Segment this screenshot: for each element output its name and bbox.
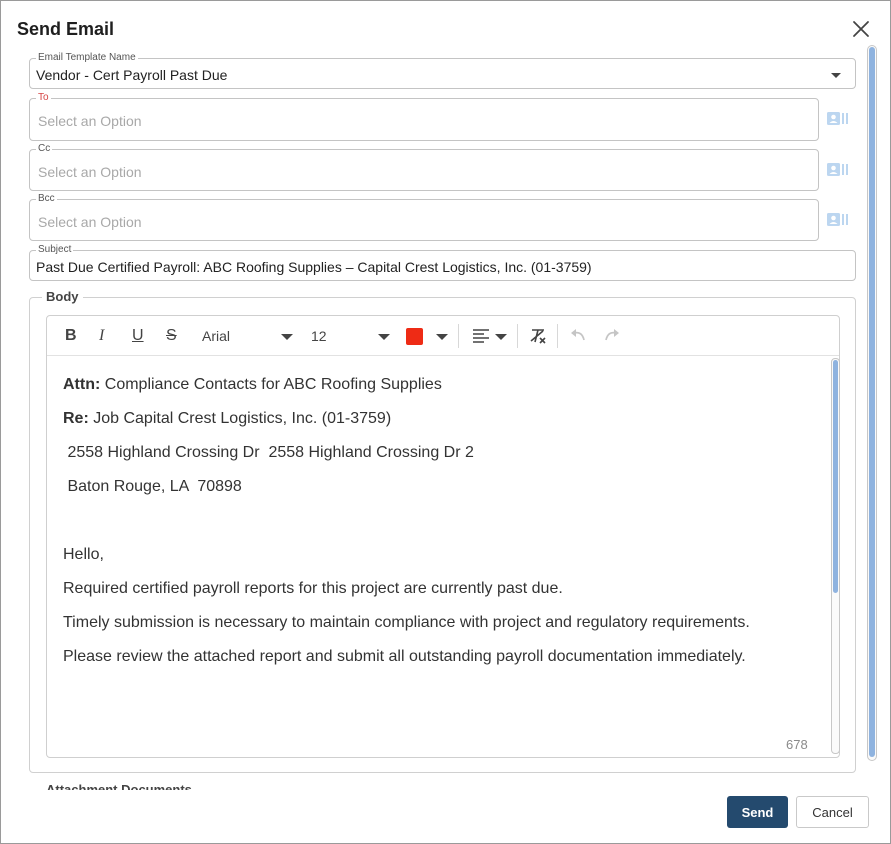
chevron-down-icon[interactable] bbox=[378, 334, 390, 340]
contact-book-icon[interactable] bbox=[827, 162, 849, 178]
subject-field[interactable]: Subject Past Due Certified Payroll: ABC … bbox=[29, 243, 856, 281]
attn-text: Compliance Contacts for ABC Roofing Supp… bbox=[100, 376, 442, 393]
to-field[interactable]: To Select an Option bbox=[29, 91, 819, 141]
body-label: Body bbox=[42, 289, 83, 304]
dialog-scrollbar-thumb[interactable] bbox=[869, 47, 875, 757]
attn-label: Attn: bbox=[63, 376, 101, 393]
editor-toolbar: B I U S Arial 12 bbox=[47, 316, 839, 356]
chevron-down-icon[interactable] bbox=[281, 334, 293, 340]
subject-label: Subject bbox=[36, 243, 74, 257]
chevron-down-icon bbox=[831, 73, 841, 78]
address-line-1: 2558 Highland Crossing Dr 2558 Highland … bbox=[63, 444, 474, 461]
dialog-scrollbar[interactable] bbox=[867, 45, 877, 761]
redo-icon[interactable] bbox=[603, 328, 621, 350]
body-paragraph-2: Timely submission is necessary to mainta… bbox=[63, 614, 750, 631]
contact-book-icon[interactable] bbox=[827, 111, 849, 127]
underline-button[interactable]: U bbox=[132, 326, 144, 346]
address-line-2: Baton Rouge, LA 70898 bbox=[63, 478, 242, 495]
subject-value: Past Due Certified Payroll: ABC Roofing … bbox=[36, 259, 592, 275]
send-email-dialog: Send Email Email Template Name Vendor - … bbox=[0, 0, 891, 844]
chevron-down-icon[interactable] bbox=[495, 334, 507, 340]
italic-button[interactable]: I bbox=[99, 326, 104, 346]
re-line: Re: Job Capital Crest Logistics, Inc. (0… bbox=[63, 410, 391, 428]
template-value: Vendor - Cert Payroll Past Due bbox=[36, 67, 228, 83]
clear-format-icon[interactable] bbox=[529, 327, 547, 351]
cc-label: Cc bbox=[36, 142, 53, 156]
bold-button[interactable]: B bbox=[65, 326, 77, 346]
strikethrough-button[interactable]: S bbox=[166, 326, 177, 346]
dialog-title: Send Email bbox=[17, 19, 115, 39]
text-color-swatch[interactable] bbox=[406, 328, 423, 345]
to-label: To bbox=[36, 91, 51, 105]
template-select[interactable]: Email Template Name Vendor - Cert Payrol… bbox=[29, 51, 856, 89]
template-label: Email Template Name bbox=[36, 51, 138, 65]
body-section: Body B I U S Arial 12 Attn: Compliance C… bbox=[29, 289, 856, 773]
bcc-placeholder: Select an Option bbox=[38, 214, 142, 230]
editor-scrollbar-thumb[interactable] bbox=[833, 360, 838, 593]
character-count: 678 bbox=[786, 737, 808, 752]
greeting-line: Hello, bbox=[63, 546, 104, 563]
rich-text-editor[interactable]: B I U S Arial 12 Attn: Compliance Contac… bbox=[46, 315, 840, 758]
bcc-label: Bcc bbox=[36, 192, 57, 206]
font-size-select[interactable]: 12 bbox=[311, 326, 327, 346]
send-button[interactable]: Send bbox=[727, 796, 788, 828]
body-paragraph-1: Required certified payroll reports for t… bbox=[63, 580, 563, 597]
to-placeholder: Select an Option bbox=[38, 113, 142, 129]
chevron-down-icon[interactable] bbox=[436, 334, 448, 340]
bcc-field[interactable]: Bcc Select an Option bbox=[29, 192, 819, 241]
cc-field[interactable]: Cc Select an Option bbox=[29, 142, 819, 191]
cancel-button[interactable]: Cancel bbox=[796, 796, 869, 828]
toolbar-divider bbox=[517, 324, 518, 348]
close-icon[interactable] bbox=[849, 17, 873, 41]
editor-scrollbar[interactable] bbox=[831, 358, 840, 754]
re-text: Job Capital Crest Logistics, Inc. (01-37… bbox=[88, 410, 392, 427]
align-left-icon[interactable] bbox=[472, 328, 490, 350]
undo-icon[interactable] bbox=[569, 328, 587, 350]
re-label: Re: bbox=[63, 410, 89, 427]
toolbar-divider bbox=[557, 324, 558, 348]
toolbar-divider bbox=[458, 324, 459, 348]
font-family-select[interactable]: Arial bbox=[202, 326, 230, 346]
contact-book-icon[interactable] bbox=[827, 212, 849, 228]
body-paragraph-3: Please review the attached report and su… bbox=[63, 648, 746, 665]
attn-line: Attn: Compliance Contacts for ABC Roofin… bbox=[63, 376, 442, 394]
attachment-documents-label: Attachment Documents bbox=[46, 782, 192, 790]
cc-placeholder: Select an Option bbox=[38, 164, 142, 180]
